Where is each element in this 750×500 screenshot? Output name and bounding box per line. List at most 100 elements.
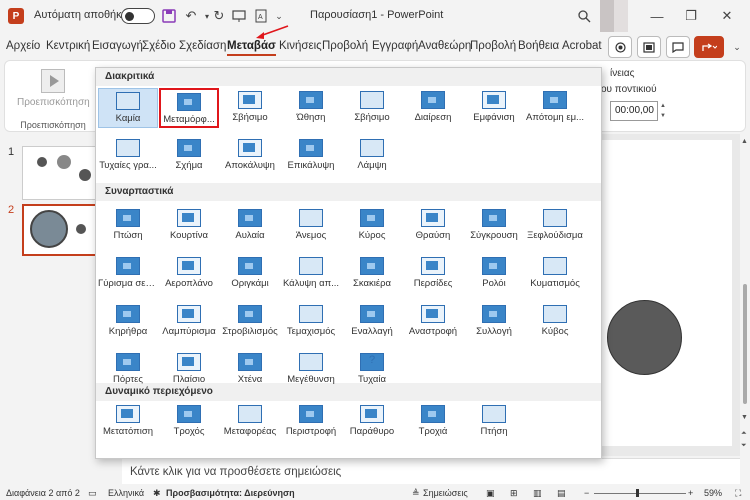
share-button[interactable] [694, 36, 724, 58]
minimize-icon[interactable]: — [648, 7, 666, 25]
tab-draw[interactable]: Σχέδιο [142, 40, 176, 52]
tab-animations[interactable]: Κινήσεις [279, 40, 322, 52]
transition-tile[interactable]: Συλλογή [464, 302, 524, 342]
transition-tile[interactable]: Τροχιά [403, 402, 463, 442]
redo-icon[interactable]: ↻ [210, 7, 228, 25]
transition-tile[interactable]: Λάμψη [342, 136, 402, 176]
page-down-icon[interactable]: ⏷ [741, 442, 747, 450]
transition-tile[interactable]: Κουρτίνα [159, 206, 219, 246]
transition-tile[interactable]: Τροχός [159, 402, 219, 442]
transition-tile[interactable]: Διαίρεση [403, 88, 463, 128]
transition-tile[interactable]: Τυχαίες γρα... [98, 136, 158, 176]
transition-tile[interactable]: Χτένα [220, 350, 280, 390]
tab-acrobat[interactable]: Acrobat [562, 40, 602, 52]
tab-file[interactable]: Αρχείο [6, 40, 40, 52]
tab-record[interactable]: Εγγραφή [372, 40, 418, 52]
transition-tile[interactable]: Μεταμόρφ... [159, 88, 219, 128]
save-icon[interactable] [160, 7, 178, 25]
tab-help[interactable]: Βοήθεια [518, 40, 559, 52]
transition-tile[interactable]: Περιστροφή [281, 402, 341, 442]
preview-button[interactable]: Προεπισκόπηση [17, 65, 90, 121]
tab-transitions[interactable]: Μεταβάσ [227, 40, 276, 56]
scroll-down-icon[interactable]: ▼ [741, 414, 748, 421]
language-status[interactable]: Ελληνικά [108, 488, 144, 498]
tab-review[interactable]: Αναθεώρη [418, 40, 471, 52]
transition-tile[interactable]: Κηρήθρα [98, 302, 158, 342]
transition-tile[interactable]: Πλαίσιο [159, 350, 219, 390]
transition-tile[interactable]: Αναστροφή [403, 302, 463, 342]
tab-view[interactable]: Προβολή [470, 40, 516, 52]
zoom-out-icon[interactable]: − [584, 488, 589, 498]
present-teams-button[interactable] [637, 36, 661, 58]
zoom-level[interactable]: 59% [704, 488, 722, 498]
zoom-slider[interactable] [594, 493, 686, 494]
slideshow-view-icon[interactable]: ▤ [557, 488, 566, 499]
scroll-up-icon[interactable]: ▲ [741, 138, 748, 145]
vertical-scrollbar[interactable]: ▲ ▼ ⏶ ⏷ [740, 134, 750, 456]
accessibility-status[interactable]: Προσβασιμότητα: Διερεύνηση [166, 488, 295, 498]
close-icon[interactable]: ✕ [718, 7, 736, 25]
zoom-in-icon[interactable]: + [688, 488, 693, 498]
transition-tile[interactable]: Σχήμα [159, 136, 219, 176]
transition-tile[interactable]: Επικάλυψη [281, 136, 341, 176]
customize-toolbar-icon[interactable]: ⌄ [270, 7, 288, 25]
spellcheck-icon[interactable]: ▭ [88, 488, 97, 499]
tab-design[interactable]: Σχεδίαση [179, 40, 226, 52]
present-icon[interactable] [230, 7, 248, 25]
slide-sorter-icon[interactable]: ⊞ [510, 488, 518, 499]
transition-tile[interactable]: Κάλυψη απ... [281, 254, 341, 294]
transition-tile[interactable]: Θραύση [403, 206, 463, 246]
normal-view-icon[interactable]: ▣ [486, 488, 495, 499]
transition-tile[interactable]: Τεμαχισμός [281, 302, 341, 342]
transition-tile[interactable]: Παράθυρο [342, 402, 402, 442]
fit-to-window-icon[interactable]: ⛶ [735, 488, 741, 499]
time-spinner-icon[interactable]: ▲ ▼ [658, 101, 668, 121]
search-icon[interactable] [575, 7, 593, 25]
transition-tile[interactable]: Κυματισμός [525, 254, 585, 294]
transition-tile[interactable]: Εμφάνιση [464, 88, 524, 128]
reading-view-icon[interactable]: ▥ [533, 488, 542, 499]
zoom-slider-handle[interactable] [636, 489, 639, 497]
page-up-icon[interactable]: ⏶ [741, 430, 747, 438]
transition-tile[interactable]: Γύρισμα σελ... [98, 254, 158, 294]
record-button[interactable] [608, 36, 632, 58]
transition-tile[interactable]: Αεροπλάνο [159, 254, 219, 294]
transition-tile[interactable]: Πτήση [464, 402, 524, 442]
transition-tile[interactable]: Σβήσιμο [220, 88, 280, 128]
transition-tile[interactable]: Εναλλαγή [342, 302, 402, 342]
notes-toggle[interactable]: Σημειώσεις [423, 488, 468, 498]
restore-icon[interactable]: ❐ [682, 7, 700, 25]
transition-tile[interactable]: Καμία [98, 88, 158, 128]
tab-home[interactable]: Κεντρική [46, 40, 90, 52]
transition-tile[interactable]: Κύβος [525, 302, 585, 342]
transition-tile[interactable]: Μετατόπιση [98, 402, 158, 442]
transition-tile[interactable]: Οριγκάμι [220, 254, 280, 294]
tab-insert[interactable]: Εισαγωγή [92, 40, 143, 52]
avatar[interactable] [600, 0, 614, 32]
tab-slideshow[interactable]: Προβολή [322, 40, 368, 52]
slide-circle-image[interactable] [607, 300, 682, 375]
transition-tile[interactable]: Άνεμος [281, 206, 341, 246]
transition-tile[interactable]: Ώθηση [281, 88, 341, 128]
text-size-icon[interactable]: A [252, 7, 270, 25]
collapse-ribbon-icon[interactable]: ⌄ [728, 38, 746, 56]
transition-tile[interactable]: Σκακιέρα [342, 254, 402, 294]
notes-pane[interactable]: Κάντε κλικ για να προσθέσετε σημειώσεις [122, 458, 740, 484]
transition-tile[interactable]: Ξεφλούδισμα [525, 206, 585, 246]
transition-tile[interactable]: ? Τυχαία [342, 350, 402, 390]
scrollbar-thumb[interactable] [743, 284, 747, 404]
transition-tile[interactable]: Μεταφορέας [220, 402, 280, 442]
transition-tile[interactable]: Ρολόι [464, 254, 524, 294]
transition-tile[interactable]: Πόρτες [98, 350, 158, 390]
transition-tile[interactable]: Σβήσιμο [342, 88, 402, 128]
transition-tile[interactable]: Απότομη εμ... [525, 88, 585, 128]
transition-tile[interactable]: Περσίδες [403, 254, 463, 294]
transition-tile[interactable]: Κύρος [342, 206, 402, 246]
transition-tile[interactable]: Λαμπύρισμα [159, 302, 219, 342]
transition-tile[interactable]: Μεγέθυνση [281, 350, 341, 390]
transition-tile[interactable]: Αποκάλυψη [220, 136, 280, 176]
after-time-input[interactable]: 00:00,00 [610, 101, 658, 121]
transition-tile[interactable]: Πτώση [98, 206, 158, 246]
comments-button[interactable] [666, 36, 690, 58]
transition-tile[interactable]: Αυλαία [220, 206, 280, 246]
